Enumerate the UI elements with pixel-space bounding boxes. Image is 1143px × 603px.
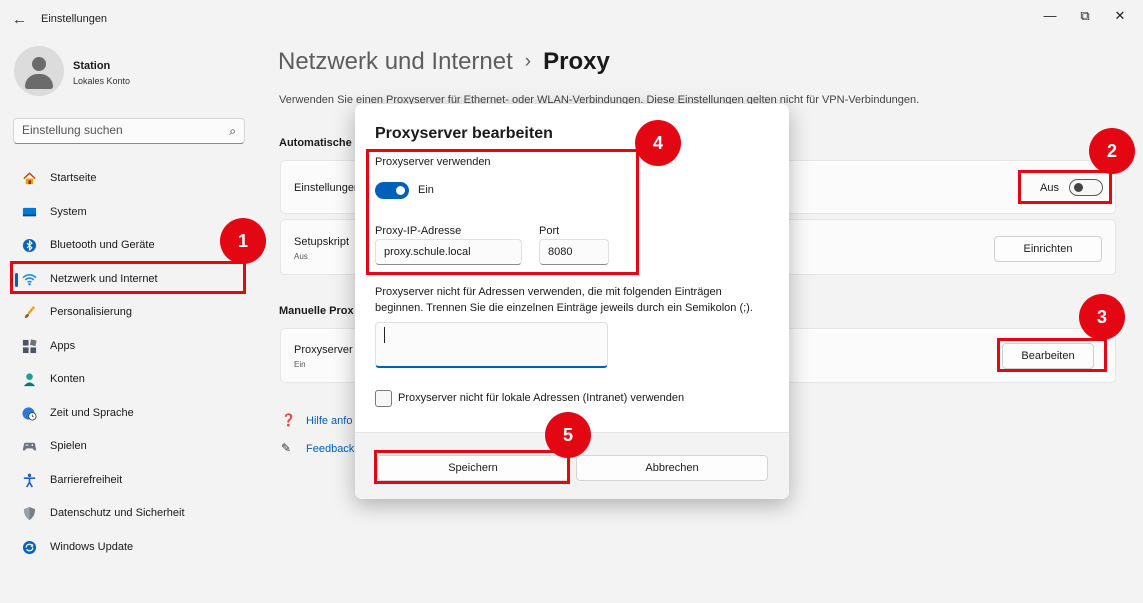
close-button[interactable]: ✕ — [1105, 5, 1135, 27]
maximize-button[interactable]: ⧉ — [1070, 5, 1100, 27]
port-input[interactable] — [539, 239, 609, 265]
breadcrumb-separator: › — [524, 51, 532, 72]
sidebar-item-personalisierung[interactable]: Personalisierung — [12, 297, 244, 327]
ip-address-label: Proxy-IP-Adresse — [375, 225, 462, 237]
sidebar-item-spielen[interactable]: Spielen — [12, 431, 244, 461]
apps-icon — [22, 339, 37, 354]
app-title: Einstellungen — [41, 13, 108, 25]
sidebar-item-label: Netzwerk und Internet — [50, 273, 158, 285]
help-icon: ❓ — [281, 413, 296, 427]
gamepad-icon — [22, 442, 37, 451]
step-marker-3: 3 — [1079, 294, 1125, 340]
sidebar-item-startseite[interactable]: Startseite — [12, 163, 244, 193]
sidebar-item-label: Apps — [50, 340, 76, 352]
sidebar-item-label: Datenschutz und Sicherheit — [50, 507, 185, 519]
home-icon — [23, 172, 36, 185]
use-proxy-label: Proxyserver verwenden — [375, 156, 491, 168]
auto-detect-title: Einstellungen — [294, 182, 361, 194]
sidebar-item-apps[interactable]: Apps — [12, 331, 244, 361]
breadcrumb-parent[interactable]: Netzwerk und Internet — [278, 48, 513, 75]
feedback-link[interactable]: ✎ Feedback — [281, 441, 354, 455]
step-marker-4: 4 — [635, 120, 681, 166]
brush-icon — [24, 306, 36, 319]
globe-clock-icon — [22, 407, 37, 421]
exceptions-description-2: beginnen. Trennen Sie die einzelnen Eint… — [375, 302, 753, 314]
system-icon — [22, 207, 37, 217]
accessibility-icon — [23, 473, 36, 488]
sidebar-item-label: Zeit und Sprache — [50, 407, 134, 419]
avatar-body-shape — [25, 74, 53, 89]
breadcrumb: Netzwerk und Internet › Proxy — [278, 48, 610, 76]
sidebar-item-label: Konten — [50, 373, 85, 385]
setup-button[interactable]: Einrichten — [994, 236, 1102, 262]
sidebar-item-zeit-sprache[interactable]: Zeit und Sprache — [12, 398, 244, 428]
back-arrow-icon[interactable]: ← — [12, 11, 27, 28]
account-icon — [23, 373, 36, 387]
account-type: Lokales Konto — [73, 76, 131, 86]
sidebar-item-system[interactable]: System — [12, 197, 244, 227]
auto-detect-toggle-label: Aus — [1040, 182, 1059, 194]
manual-proxy-status: Ein — [294, 360, 306, 369]
dialog-title: Proxyserver bearbeiten — [375, 125, 553, 142]
local-addresses-checkbox[interactable] — [375, 390, 392, 407]
section-heading-automatic: Automatische — [279, 137, 352, 149]
wifi-icon — [22, 274, 37, 286]
setup-script-title: Setupskript — [294, 236, 350, 248]
sidebar-item-label: Barrierefreiheit — [50, 474, 123, 486]
cancel-button[interactable]: Abbrechen — [576, 455, 768, 481]
sidebar-item-bluetooth[interactable]: Bluetooth und Geräte — [12, 230, 244, 260]
feedback-icon: ✎ — [281, 441, 292, 455]
help-link[interactable]: ❓ Hilfe anfo — [281, 413, 352, 427]
toggle-knob — [396, 186, 405, 195]
page-title: Proxy — [543, 48, 610, 75]
use-proxy-toggle-state: Ein — [418, 184, 434, 196]
sidebar-item-label: Personalisierung — [50, 306, 132, 318]
use-proxy-toggle[interactable] — [375, 182, 409, 199]
search-icon[interactable]: ⌕ — [229, 124, 236, 139]
toggle-knob — [1074, 183, 1083, 192]
sidebar-item-windows-update[interactable]: Windows Update — [12, 532, 244, 562]
sidebar-item-label: Spielen — [50, 440, 87, 452]
exceptions-input[interactable] — [375, 322, 608, 368]
setup-script-status: Aus — [294, 252, 308, 261]
shield-icon — [23, 506, 36, 521]
section-heading-manual: Manuelle Prox — [279, 305, 354, 317]
edit-button[interactable]: Bearbeiten — [1002, 343, 1094, 369]
minimize-button[interactable]: — — [1035, 5, 1065, 27]
avatar[interactable] — [14, 46, 64, 96]
avatar-head-shape — [32, 57, 46, 71]
bluetooth-icon — [22, 238, 37, 253]
text-caret — [384, 327, 385, 343]
step-marker-5: 5 — [545, 412, 591, 458]
sidebar-item-datenschutz[interactable]: Datenschutz und Sicherheit — [12, 498, 244, 528]
local-addresses-label: Proxyserver nicht für lokale Adressen (I… — [398, 392, 685, 404]
port-label: Port — [539, 225, 560, 237]
ip-address-input[interactable] — [375, 239, 522, 265]
update-icon — [22, 540, 37, 555]
title-bar: ← Einstellungen — ⧉ ✕ — [0, 0, 1143, 40]
feedback-link-text[interactable]: Feedback — [306, 443, 354, 455]
search-box[interactable]: ⌕ — [13, 118, 245, 144]
sidebar-item-label: Bluetooth und Geräte — [50, 239, 155, 251]
user-name: Station — [73, 60, 111, 72]
manual-proxy-title: Proxyserver — [294, 344, 353, 356]
search-input[interactable] — [22, 123, 222, 137]
sidebar-item-label: Windows Update — [50, 541, 134, 553]
save-button[interactable]: Speichern — [377, 455, 569, 481]
sidebar-item-netzwerk[interactable]: Netzwerk und Internet — [12, 264, 244, 294]
sidebar-item-label: System — [50, 206, 87, 218]
exceptions-description: Proxyserver nicht für Adressen verwenden… — [375, 286, 722, 298]
sidebar-item-konten[interactable]: Konten — [12, 364, 244, 394]
sidebar-item-barrierefreiheit[interactable]: Barrierefreiheit — [12, 465, 244, 495]
step-marker-1: 1 — [220, 218, 266, 264]
auto-detect-toggle[interactable] — [1069, 179, 1103, 196]
sidebar-item-label: Startseite — [50, 172, 97, 184]
active-indicator — [15, 273, 18, 287]
help-link-text[interactable]: Hilfe anfo — [306, 415, 352, 427]
step-marker-2: 2 — [1089, 128, 1135, 174]
